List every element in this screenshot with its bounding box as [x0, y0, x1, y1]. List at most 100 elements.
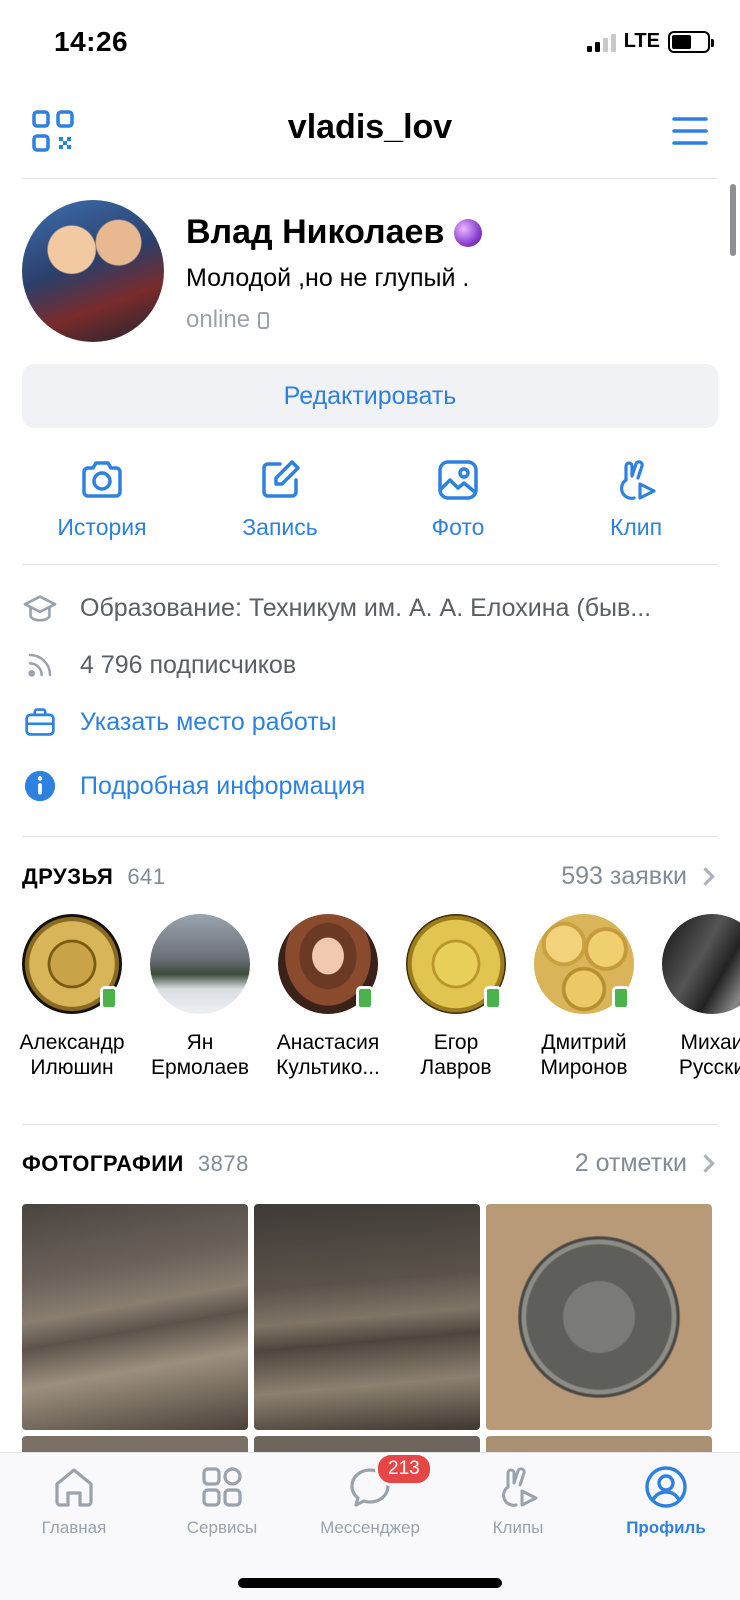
image-icon: [438, 460, 478, 500]
info-work[interactable]: Указать место работы: [22, 704, 722, 740]
photos-header[interactable]: ФОТОГРАФИИ 3878: [22, 1151, 249, 1177]
page-title: vladis_lov: [287, 108, 453, 146]
briefcase-icon: [22, 704, 58, 740]
camera-icon: [82, 461, 122, 498]
friend-name-last: Ермолаев: [150, 1056, 250, 1079]
friend-name-first: Александр: [19, 1031, 125, 1054]
mobile-online-icon: [484, 986, 502, 1010]
action-photo-label: Фото: [431, 514, 485, 540]
rss-icon: [22, 647, 58, 683]
info-details[interactable]: Подробная информация: [22, 768, 722, 804]
friend-avatar: [534, 914, 634, 1014]
friend-item[interactable]: Егор Лавров: [392, 914, 520, 1080]
friend-avatar: [406, 914, 506, 1014]
action-clip[interactable]: Клип: [556, 456, 716, 541]
services-icon: [202, 1467, 242, 1507]
compose-icon: [262, 460, 300, 498]
mobile-online-icon: [356, 986, 374, 1010]
mobile-online-icon: [100, 986, 118, 1010]
friend-requests-label: 593 заявки: [561, 862, 687, 890]
tab-services[interactable]: Сервисы: [148, 1464, 296, 1538]
photo-tags-label: 2 отметки: [574, 1149, 687, 1177]
followers-text: 4 796 подписчиков: [80, 650, 297, 679]
photo-thumbnail[interactable]: [486, 1204, 712, 1430]
unread-badge: 213: [375, 1452, 433, 1486]
education-text: Образование: Техникум им. А. А. Елохина …: [80, 593, 652, 622]
friend-name-last: Культико...: [276, 1056, 380, 1079]
tab-clips-label: Клипы: [492, 1518, 544, 1537]
action-post[interactable]: Запись: [200, 456, 360, 541]
work-link: Указать место работы: [80, 707, 337, 736]
scrollbar[interactable]: [730, 184, 736, 256]
friend-name-first: Михаи: [680, 1031, 740, 1054]
graduation-cap-icon: [22, 590, 58, 626]
info-icon: [22, 768, 58, 804]
action-clip-label: Клип: [609, 514, 663, 540]
chevron-right-icon: [696, 867, 715, 886]
friends-count: 641: [127, 864, 166, 889]
signal-icon: [586, 32, 616, 52]
network-label: LTE: [623, 30, 660, 52]
clips-icon: [502, 1467, 538, 1507]
friend-avatar: [22, 914, 122, 1014]
friend-item[interactable]: Александр Илюшин: [8, 914, 136, 1080]
friend-avatar: [278, 914, 378, 1014]
info-followers[interactable]: 4 796 подписчиков: [22, 647, 722, 683]
friend-name-first: Анастасия: [276, 1031, 380, 1054]
photo-thumbnail[interactable]: [254, 1204, 480, 1430]
friend-name-first: Дмитрий: [541, 1031, 627, 1054]
info-divider: [22, 836, 718, 837]
friend-name-last: Русски: [678, 1056, 740, 1079]
actions-divider: [22, 564, 718, 565]
edit-profile-button[interactable]: Редактировать: [22, 364, 718, 428]
hamburger-menu-icon[interactable]: [672, 116, 708, 146]
friend-item[interactable]: Михаи Русски: [648, 914, 740, 1080]
friend-item[interactable]: Анастасия Культико...: [264, 914, 392, 1080]
profile-name-text: Влад Николаев: [186, 213, 445, 251]
info-education[interactable]: Образование: Техникум им. А. А. Елохина …: [22, 590, 722, 626]
friend-name-first: Егор: [433, 1031, 479, 1054]
action-post-label: Запись: [242, 514, 318, 540]
tab-home[interactable]: Главная: [0, 1464, 148, 1538]
action-story-label: История: [57, 514, 147, 540]
photos-title: ФОТОГРАФИИ: [22, 1151, 184, 1176]
tab-profile[interactable]: Профиль: [592, 1464, 740, 1538]
status-indicators: LTE: [586, 30, 714, 53]
tab-home-label: Главная: [41, 1518, 107, 1537]
home-indicator[interactable]: [238, 1578, 502, 1588]
friends-title: ДРУЗЬЯ: [22, 864, 114, 889]
crystal-ball-icon: [454, 218, 483, 247]
friend-name-first: Ян: [186, 1031, 214, 1054]
photos-count: 3878: [197, 1151, 249, 1176]
friend-item[interactable]: Дмитрий Миронов: [520, 914, 648, 1080]
online-status: online: [186, 306, 270, 334]
friend-item[interactable]: Ян Ермолаев: [136, 914, 264, 1080]
action-story[interactable]: История: [22, 456, 182, 541]
mobile-online-icon: [612, 986, 630, 1010]
tab-clips[interactable]: Клипы: [444, 1464, 592, 1538]
home-icon: [55, 1468, 93, 1507]
online-label: online: [186, 306, 251, 333]
chevron-right-icon: [696, 1154, 715, 1173]
avatar[interactable]: [22, 200, 164, 342]
profile-name: Влад Николаев: [186, 213, 483, 252]
action-photo[interactable]: Фото: [378, 456, 538, 541]
mobile-icon: [258, 311, 270, 329]
tab-profile-label: Профиль: [626, 1518, 706, 1537]
tab-messenger[interactable]: 213 Мессенджер: [296, 1452, 444, 1538]
details-link: Подробная информация: [80, 771, 366, 800]
friends-header[interactable]: ДРУЗЬЯ 641: [22, 864, 166, 890]
friends-divider: [22, 1124, 718, 1125]
friend-name-last: Илюшин: [30, 1056, 114, 1079]
photo-tags-link[interactable]: 2 отметки: [574, 1149, 715, 1178]
friend-avatar: [662, 914, 740, 1014]
profile-icon: [645, 1466, 687, 1508]
tab-services-label: Сервисы: [186, 1518, 258, 1537]
photo-thumbnail[interactable]: [22, 1204, 248, 1430]
friend-name-last: Лавров: [420, 1056, 492, 1079]
friend-requests-link[interactable]: 593 заявки: [561, 862, 715, 891]
header-divider: [22, 178, 718, 179]
status-time: 14:26: [54, 26, 129, 57]
profile-status[interactable]: Молодой ,но не глупый .: [186, 264, 469, 293]
tab-messenger-label: Мессенджер: [320, 1518, 420, 1537]
